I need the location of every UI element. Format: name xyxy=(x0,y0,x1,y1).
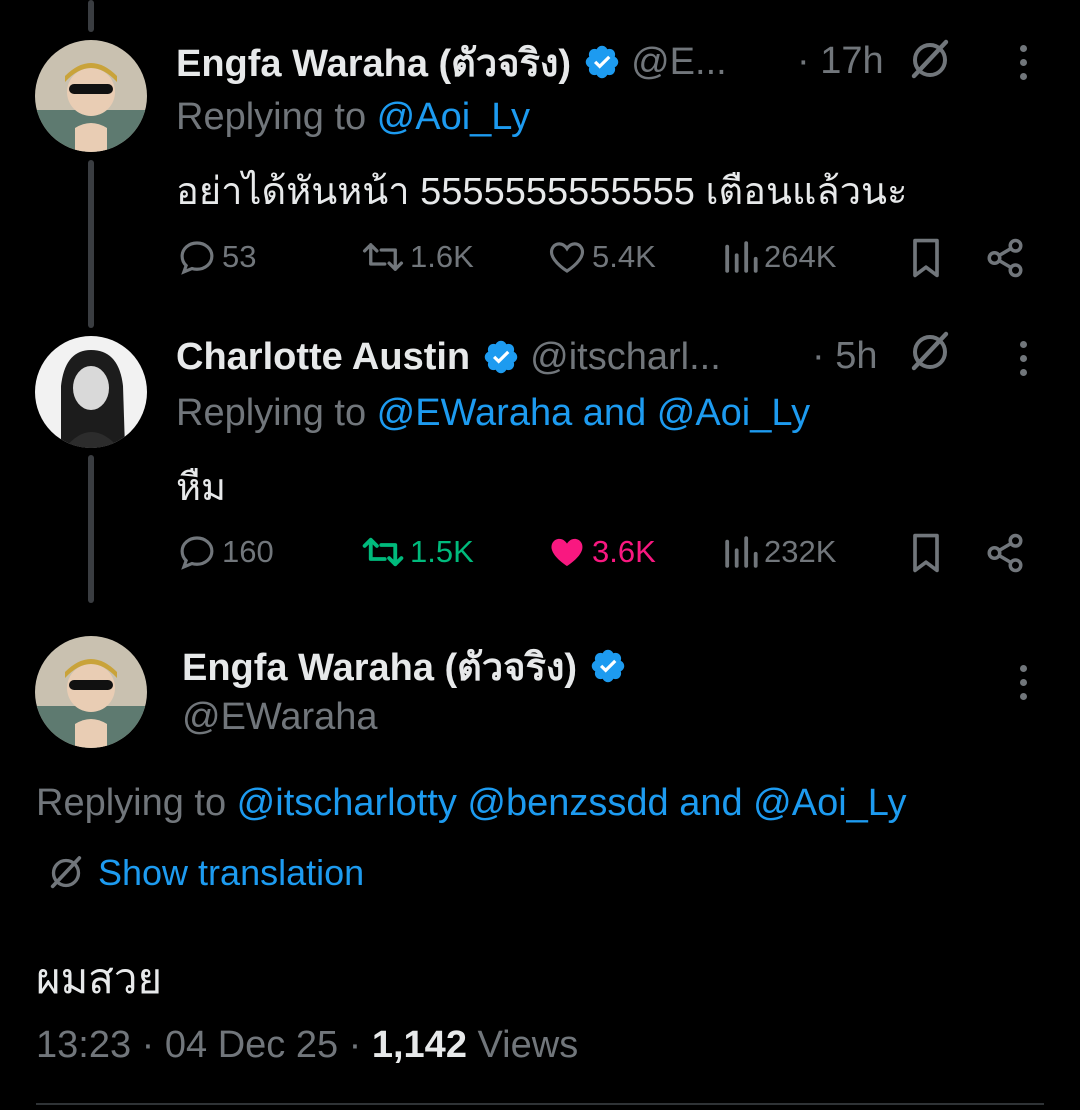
retweet-count: 1.5K xyxy=(410,534,474,569)
reply-prefix: Replying to xyxy=(36,782,237,824)
like-icon xyxy=(549,242,585,273)
author-name[interactable]: Charlotte Austin xyxy=(176,336,470,379)
avatar-charlotte-image xyxy=(35,336,147,448)
like-count: 3.6K xyxy=(592,534,656,569)
bookmark-icon[interactable] xyxy=(906,236,946,280)
reply-button[interactable]: 160 xyxy=(176,531,274,573)
views-icon xyxy=(725,536,758,568)
views-icon xyxy=(725,241,758,273)
retweet-icon xyxy=(362,537,404,567)
verified-icon xyxy=(591,649,625,683)
reply-count: 160 xyxy=(222,534,274,569)
reply-to-link[interactable]: @EWaraha and @Aoi_Ly xyxy=(377,392,810,434)
show-translation-label[interactable]: Show translation xyxy=(98,852,364,894)
show-translation-button[interactable]: Show translation xyxy=(46,852,364,894)
views-count: 264K xyxy=(764,239,837,274)
author-name[interactable]: Engfa Waraha (ตัวจริง) xyxy=(176,32,571,93)
views-button[interactable]: 264K xyxy=(722,236,836,278)
verified-icon xyxy=(484,340,518,374)
grok-icon[interactable] xyxy=(906,36,954,84)
tweet-time[interactable]: · 5h xyxy=(812,335,877,378)
views-count: 1,142 xyxy=(371,1024,467,1066)
thread-line-1 xyxy=(88,160,94,328)
reply-prefix: Replying to xyxy=(176,392,377,434)
more-icon[interactable] xyxy=(1020,45,1032,87)
author-name[interactable]: Engfa Waraha (ตัวจริง) xyxy=(182,636,577,697)
retweet-icon xyxy=(362,243,404,271)
reply-icon xyxy=(180,536,214,570)
views-button[interactable]: 232K xyxy=(722,531,836,573)
divider xyxy=(36,1103,1044,1105)
tweet-time[interactable]: · 17h xyxy=(797,40,884,83)
reply-icon xyxy=(180,241,214,275)
author-handle[interactable]: @EWaraha xyxy=(182,696,378,739)
avatar-engfa-image xyxy=(35,636,147,748)
reply-to-link[interactable]: @itscharlotty @benzssdd and @Aoi_Ly xyxy=(237,782,907,824)
share-icon[interactable] xyxy=(984,237,1026,279)
main-tweet-text: ผมสวย xyxy=(36,955,163,1002)
like-icon xyxy=(551,538,583,566)
thread-line-2 xyxy=(88,455,94,603)
retweet-button[interactable]: 1.5K xyxy=(360,531,474,573)
reply-count: 53 xyxy=(222,239,257,274)
author-handle[interactable]: @E... xyxy=(631,41,727,84)
views-label: Views xyxy=(466,1024,579,1066)
translate-icon xyxy=(50,856,82,889)
author-handle[interactable]: @itscharl... xyxy=(530,336,721,379)
grok-icon[interactable] xyxy=(906,328,954,376)
reply-button[interactable]: 53 xyxy=(176,236,256,278)
retweet-count: 1.6K xyxy=(410,239,474,274)
thread-line-top xyxy=(88,0,94,32)
like-button[interactable]: 3.6K xyxy=(546,531,656,573)
views-count: 232K xyxy=(764,534,837,569)
tweet-text: หืม xyxy=(176,467,227,509)
avatar[interactable] xyxy=(35,40,147,152)
retweet-button[interactable]: 1.6K xyxy=(360,236,474,278)
tweet-text: อย่าได้หันหน้า 5555555555555 เตือนแล้วนะ xyxy=(176,171,908,213)
share-icon[interactable] xyxy=(984,532,1026,574)
avatar-engfa-image xyxy=(35,40,147,152)
more-icon[interactable] xyxy=(1020,665,1032,707)
avatar[interactable] xyxy=(35,336,147,448)
more-icon[interactable] xyxy=(1020,341,1032,383)
tweet-timestamp[interactable]: 13:23 · 04 Dec 25 · xyxy=(36,1024,372,1066)
like-button[interactable]: 5.4K xyxy=(546,236,656,278)
reply-prefix: Replying to xyxy=(176,96,377,138)
avatar[interactable] xyxy=(35,636,147,748)
reply-to-link[interactable]: @Aoi_Ly xyxy=(377,96,530,138)
verified-icon xyxy=(585,45,619,79)
bookmark-icon[interactable] xyxy=(906,531,946,575)
like-count: 5.4K xyxy=(592,239,656,274)
